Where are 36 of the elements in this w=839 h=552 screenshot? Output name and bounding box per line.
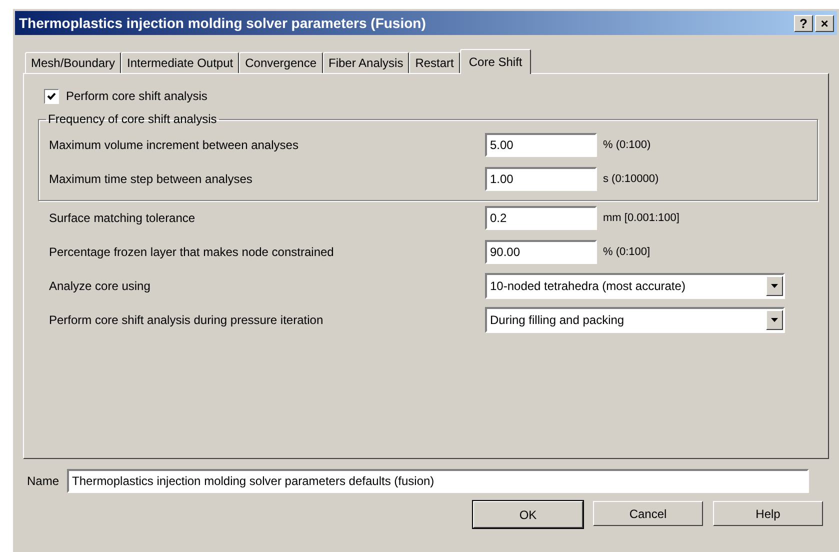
field-label: Maximum time step between analyses — [49, 172, 254, 186]
group-title: Frequency of core shift analysis — [47, 112, 218, 126]
checkbox-label: Perform core shift analysis — [66, 89, 208, 103]
input-field[interactable]: 5.00 — [485, 133, 597, 157]
name-field[interactable]: Thermoplastics injection molding solver parameters defaults (fusion) — [67, 469, 810, 493]
window-title: Thermoplastics injection molding solver parameters (Fusion) — [19, 15, 427, 31]
tab[interactable]: Mesh/Boundary — [25, 52, 122, 73]
input-field[interactable]: 90.00 — [485, 240, 597, 264]
input-field[interactable]: 0.2 — [485, 206, 597, 230]
dialog-button[interactable]: Help — [713, 501, 823, 526]
caret-icon — [771, 284, 778, 288]
range-label: mm [0.001:100] — [603, 212, 680, 224]
input-field[interactable]: 1.00 — [485, 167, 597, 191]
range-label: s (0:10000) — [603, 173, 659, 185]
tab[interactable]: Restart — [409, 52, 460, 73]
close-button[interactable]: × — [815, 14, 834, 32]
checkmark-icon — [47, 92, 56, 100]
field-label: Perform core shift analysis during pressure iteration — [49, 313, 324, 327]
name-label: Name — [27, 474, 60, 488]
tab[interactable]: Intermediate Output — [121, 52, 240, 73]
field-label: Analyze core using — [49, 279, 152, 293]
tab[interactable]: Convergence — [239, 52, 322, 73]
caret-icon — [771, 318, 778, 322]
dialog-button[interactable]: Cancel — [593, 501, 703, 526]
range-label: % (0:100] — [603, 246, 650, 258]
field-label: Surface matching tolerance — [49, 211, 196, 225]
checkbox[interactable] — [44, 88, 59, 104]
dialog-button[interactable]: OK — [473, 501, 583, 528]
dropdown[interactable]: During filling and packing — [485, 307, 785, 333]
help-button[interactable]: ? — [794, 14, 813, 32]
dropdown[interactable]: 10-noded tetrahedra (most accurate) — [485, 273, 785, 299]
tab[interactable]: Fiber Analysis — [322, 52, 410, 73]
tab[interactable]: Core Shift — [460, 49, 532, 74]
range-label: % (0:100) — [603, 139, 651, 151]
field-label: Percentage frozen layer that makes node constrained — [49, 245, 335, 259]
field-label: Maximum volume increment between analyses — [49, 138, 300, 152]
